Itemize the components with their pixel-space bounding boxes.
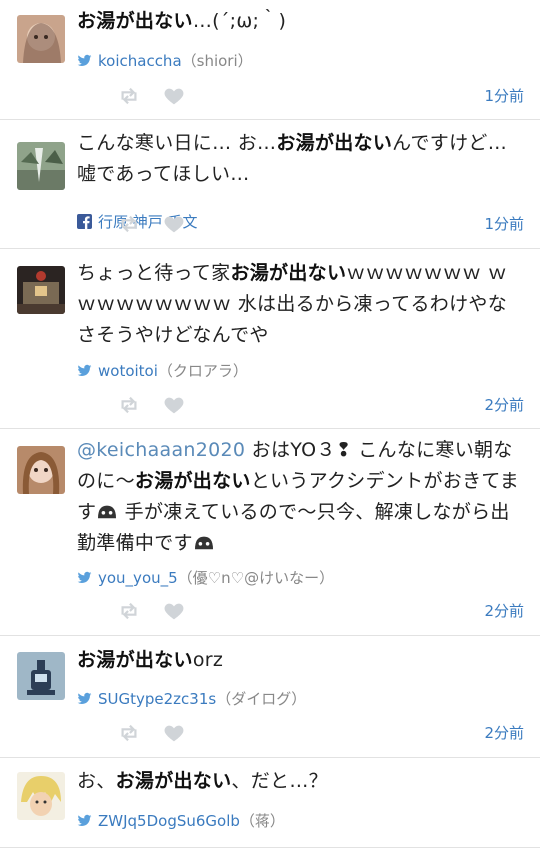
- retweet-icon[interactable]: [118, 85, 140, 107]
- highlighted-keyword: お湯が出ない: [276, 132, 393, 154]
- tweet-item: ちょっと待って家お湯が出ないｗｗｗｗｗｗｗ ｗｗｗｗｗｗｗｗｗ 水は出るから凍っ…: [0, 249, 540, 429]
- avatar[interactable]: [17, 652, 65, 700]
- timestamp[interactable]: 2分前: [484, 722, 524, 743]
- tweet-text: こんな寒い日に… お…お湯が出ないんですけど… 嘘であってほしい…: [77, 128, 522, 190]
- author-display-name: （クロアラ）: [157, 362, 248, 380]
- tweet-item: お、お湯が出ない、だと…？ ZWJq5DogSu6Golb（蒋）: [0, 758, 540, 848]
- retweet-icon[interactable]: [118, 394, 140, 416]
- heart-icon[interactable]: [163, 394, 185, 416]
- timestamp[interactable]: 2分前: [484, 394, 524, 415]
- twitter-bird-icon: [77, 54, 92, 67]
- tweet-text: お、お湯が出ない、だと…？: [77, 766, 522, 797]
- tweet-text-segment: orz: [192, 649, 224, 671]
- author-username[interactable]: wotoitoi: [98, 362, 158, 380]
- twitter-bird-icon: [77, 364, 92, 377]
- tweet-text: @keichaaan2020 おはYO３❢ こんなに寒い朝なのに〜お湯が出ないと…: [77, 435, 522, 559]
- avatar[interactable]: [17, 446, 65, 494]
- author-display-name: （蒋）: [239, 812, 285, 830]
- tweet-text: お湯が出ない…(´;ω;｀): [77, 6, 522, 37]
- tweet-text: ちょっと待って家お湯が出ないｗｗｗｗｗｗｗ ｗｗｗｗｗｗｗｗｗ 水は出るから凍っ…: [77, 258, 522, 351]
- twitter-bird-icon: [77, 814, 92, 826]
- author-display-name: （ダイログ）: [216, 690, 307, 708]
- author-username[interactable]: you_you_5: [98, 569, 178, 587]
- timestamp[interactable]: 1分前: [484, 85, 524, 106]
- tweet-feed: お湯が出ない…(´;ω;｀) koichaccha（shiori） 1分前 こん…: [0, 0, 540, 848]
- author-display-name: （優♡n♡@けいなー）: [177, 569, 335, 587]
- tweet-text-segment: 手が凍えているので〜只今、解凍しながら出勤準備中です: [77, 501, 510, 554]
- frown-emoji-icon: [98, 505, 117, 519]
- tweet-item: お湯が出ない…(´;ω;｀) koichaccha（shiori） 1分前: [0, 0, 540, 120]
- tweet-text-segment: …(´;ω;｀): [192, 10, 287, 32]
- avatar[interactable]: [17, 15, 65, 63]
- mention-link[interactable]: @keichaaan2020: [77, 439, 245, 461]
- author-username[interactable]: SUGtype2zc31s: [98, 690, 216, 708]
- tweet-text-segment: お、: [77, 770, 116, 792]
- avatar[interactable]: [17, 266, 65, 314]
- author-line[interactable]: SUGtype2zc31s（ダイログ）: [77, 689, 306, 709]
- facebook-icon: [77, 214, 92, 229]
- timestamp[interactable]: 2分前: [484, 600, 524, 621]
- author-username[interactable]: koichaccha: [98, 52, 182, 70]
- heart-icon[interactable]: [163, 600, 185, 622]
- highlighted-keyword: お湯が出ない: [115, 770, 232, 792]
- author-line[interactable]: ZWJq5DogSu6Golb（蒋）: [77, 811, 285, 831]
- author-line[interactable]: koichaccha（shiori）: [77, 51, 253, 71]
- avatar[interactable]: [17, 142, 65, 190]
- avatar[interactable]: [17, 772, 65, 820]
- author-line[interactable]: you_you_5（優♡n♡@けいなー）: [77, 568, 334, 588]
- timestamp[interactable]: 1分前: [484, 213, 524, 234]
- author-line[interactable]: wotoitoi（クロアラ）: [77, 361, 248, 381]
- author-username[interactable]: ZWJq5DogSu6Golb: [98, 812, 240, 830]
- tweet-text: お湯が出ないorz: [77, 645, 522, 676]
- tweet-text-segment: こんな寒い日に… お…: [77, 132, 277, 154]
- highlighted-keyword: お湯が出ない: [77, 10, 193, 32]
- heart-icon[interactable]: [163, 85, 185, 107]
- retweet-icon[interactable]: [118, 600, 140, 622]
- tweet-item: お湯が出ないorz SUGtype2zc31s（ダイログ） 2分前: [0, 636, 540, 758]
- retweet-icon[interactable]: [118, 213, 140, 235]
- tweet-item: @keichaaan2020 おはYO３❢ こんなに寒い朝なのに〜お湯が出ないと…: [0, 429, 540, 636]
- twitter-bird-icon: [77, 692, 92, 704]
- heart-icon[interactable]: [163, 722, 185, 744]
- frown-emoji-icon: [194, 536, 213, 550]
- highlighted-keyword: お湯が出ない: [77, 649, 193, 671]
- tweet-text-segment: ちょっと待って家: [77, 262, 231, 284]
- twitter-bird-icon: [77, 571, 92, 583]
- highlighted-keyword: お湯が出ない: [230, 262, 347, 284]
- highlighted-keyword: お湯が出ない: [134, 470, 251, 492]
- tweet-item: こんな寒い日に… お…お湯が出ないんですけど… 嘘であってほしい… 行原 神戸 …: [0, 120, 540, 249]
- retweet-icon[interactable]: [118, 722, 140, 744]
- tweet-text-segment: 、だと…？: [231, 770, 328, 792]
- heart-icon[interactable]: [163, 213, 185, 235]
- author-display-name: （shiori）: [181, 52, 253, 70]
